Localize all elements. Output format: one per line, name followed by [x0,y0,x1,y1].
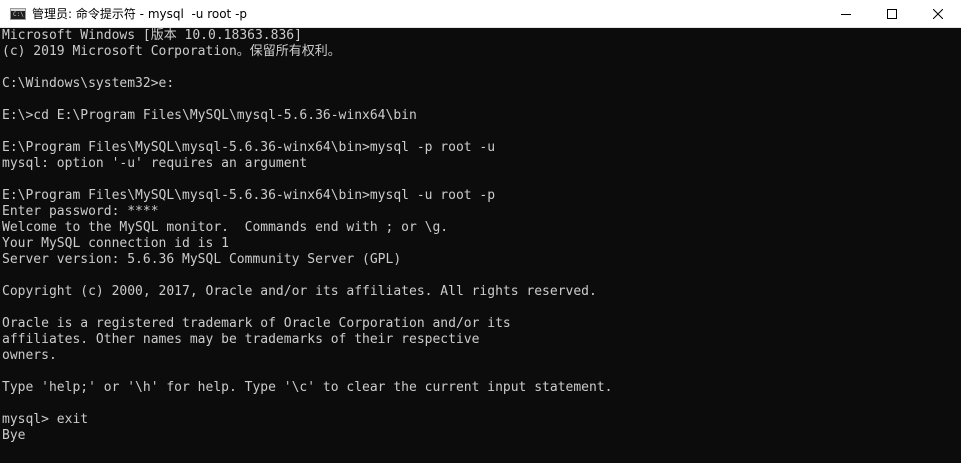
console-line: Type 'help;' or '\h' for help. Type '\c'… [2,380,613,395]
console-line: Your MySQL connection id is 1 [2,236,229,251]
console-line: C:\Windows\system32>e: [2,76,175,91]
command-prompt-window: C:\ 管理员: 命令提示符 - mysql -u root -p Micros… [0,0,961,463]
console-line: Enter password: **** [2,204,159,219]
minimize-button[interactable] [823,0,869,28]
window-title: 管理员: 命令提示符 - mysql -u root -p [32,6,248,21]
console-line: Oracle is a registered trademark of Orac… [2,316,511,331]
console-line: Copyright (c) 2000, 2017, Oracle and/or … [2,284,597,299]
console-output[interactable]: Microsoft Windows [版本 10.0.18363.836] (c)… [0,28,961,444]
console-line: owners. [2,348,57,363]
console-icon[interactable]: C:\ [10,7,26,20]
console-line: E:\>cd E:\Program Files\MySQL\mysql-5.6.… [2,108,417,123]
title-bar[interactable]: C:\ 管理员: 命令提示符 - mysql -u root -p [0,0,961,28]
minimize-icon [841,14,851,15]
close-icon [933,9,943,19]
console-line: Bye [2,428,26,443]
console-line: E:\Program Files\MySQL\mysql-5.6.36-winx… [2,188,496,203]
window-controls [823,0,961,28]
console-line: mysql: option '-u' requires an argument [2,156,308,171]
console-line: Server version: 5.6.36 MySQL Community S… [2,252,402,267]
console-area[interactable]: Microsoft Windows [版本 10.0.18363.836] (c)… [0,28,961,463]
console-line: Welcome to the MySQL monitor. Commands e… [2,220,449,235]
console-line: mysql> exit [2,412,89,427]
maximize-button[interactable] [869,0,915,28]
console-line: E:\Program Files\MySQL\mysql-5.6.36-winx… [2,140,496,155]
close-button[interactable] [915,0,961,28]
console-line: affiliates. Other names may be trademark… [2,332,480,347]
console-line: Microsoft Windows [版本 10.0.18363.836] [2,28,302,43]
maximize-icon [887,9,897,19]
console-line: (c) 2019 Microsoft Corporation。保留所有权利。 [2,44,341,59]
